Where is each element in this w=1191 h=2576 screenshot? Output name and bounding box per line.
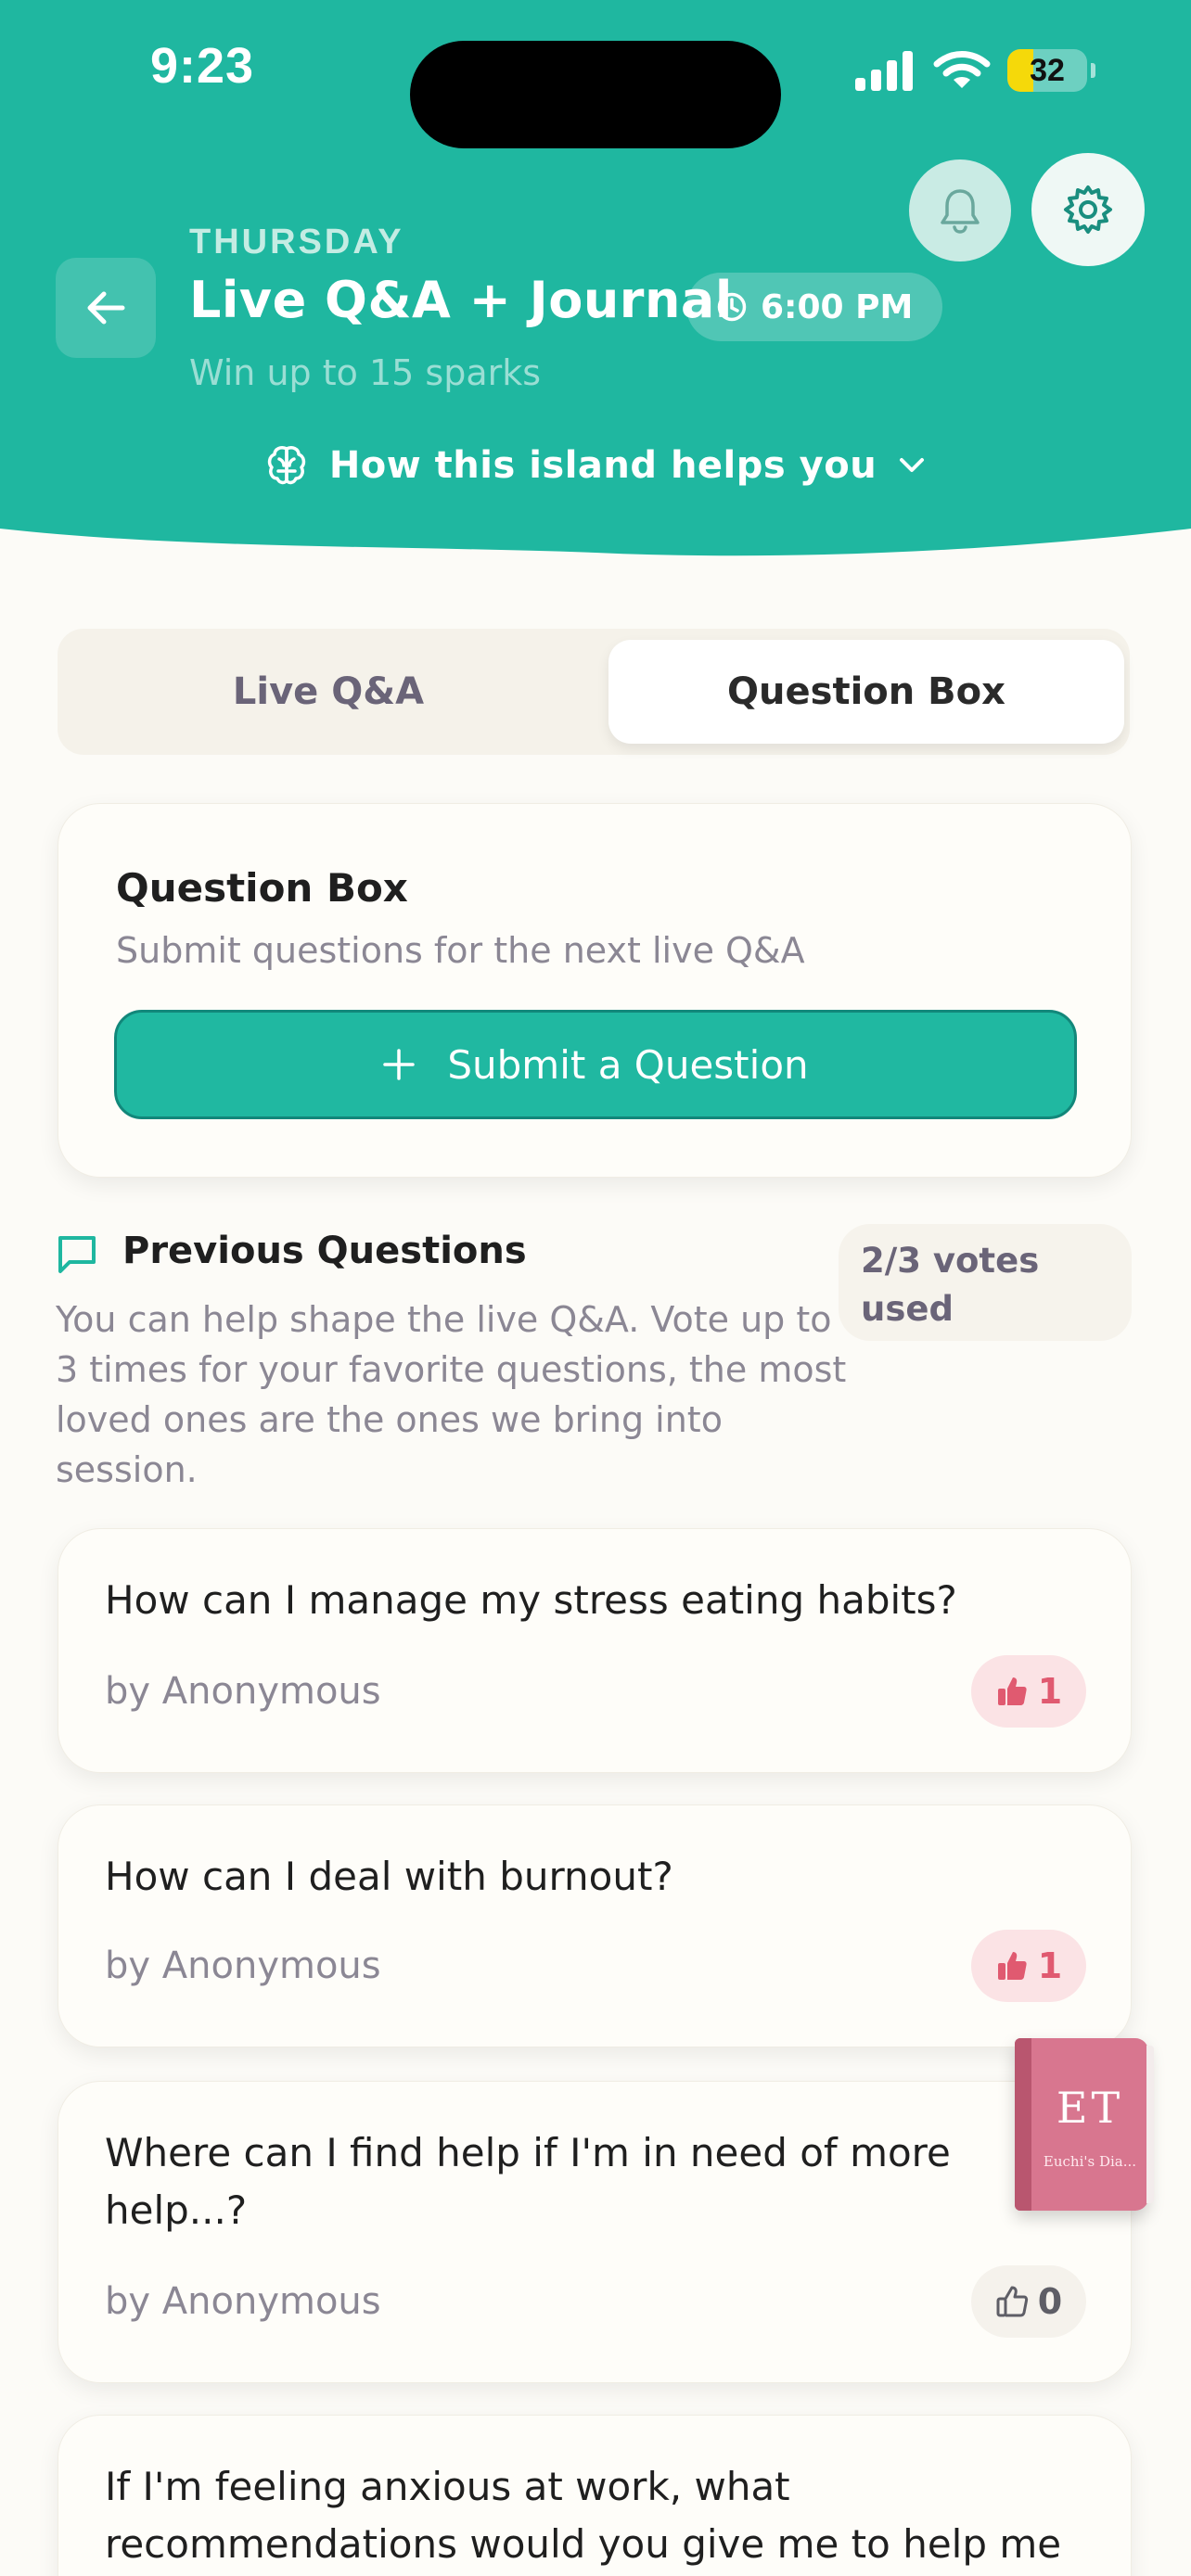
diary-spine [1015, 2038, 1031, 2211]
island-benefits-label: How this island helps you [328, 444, 877, 487]
island-benefits-toggle[interactable]: How this island helps you [0, 443, 1191, 488]
chevron-down-icon [900, 458, 925, 472]
chat-bubble-icon [58, 1236, 96, 1273]
question-box-card: Question Box Submit questions for the ne… [58, 803, 1132, 1178]
settings-button[interactable] [1031, 153, 1145, 266]
wifi-icon [933, 51, 991, 88]
tab-bar: Live Q&A Question Box [58, 629, 1130, 755]
session-time: 6:00 PM [761, 287, 914, 326]
bell-icon [941, 189, 980, 234]
diary-monogram: ET [1056, 2083, 1124, 2133]
upvote-button[interactable]: 0 [971, 2265, 1086, 2338]
gear-icon [1064, 185, 1112, 234]
question-text: Where can I find help if I'm in need of … [105, 2130, 951, 2233]
dynamic-island [410, 41, 781, 148]
upvote-button[interactable]: 1 [971, 1655, 1086, 1728]
notifications-button[interactable] [909, 159, 1011, 261]
votes-used-badge: 2/3 votes used [839, 1224, 1132, 1341]
question-author: by Anonymous [105, 1945, 381, 1987]
upvote-button[interactable]: 1 [971, 1930, 1086, 2002]
submit-question-button[interactable]: Submit a Question [114, 1010, 1077, 1119]
tab-question-box[interactable]: Question Box [608, 640, 1124, 744]
reward-subtitle: Win up to 15 sparks [189, 352, 542, 393]
question-author: by Anonymous [105, 2280, 381, 2323]
question-box-subtitle: Submit questions for the next live Q&A [116, 930, 805, 971]
status-time: 9:23 [150, 38, 255, 94]
back-arrow-icon [87, 291, 125, 325]
vote-count: 1 [1037, 1671, 1063, 1712]
question-text: How can I manage my stress eating habits… [105, 1577, 957, 1623]
plus-icon [383, 1049, 416, 1080]
session-time-badge: 6:00 PM [686, 273, 943, 341]
thumbs-up-outline-icon [996, 2286, 1028, 2317]
vote-count: 1 [1037, 1945, 1063, 1986]
thumbs-up-filled-icon [997, 1952, 1027, 1980]
question-text: How can I deal with burnout? [105, 1854, 673, 1899]
submit-question-label: Submit a Question [447, 1041, 809, 1088]
question-card: How can I manage my stress eating habits… [58, 1528, 1132, 1773]
status-icons: 32 [853, 45, 1095, 96]
tab-live-qa[interactable]: Live Q&A [69, 640, 588, 744]
question-card: How can I deal with burnout? by Anonymou… [58, 1804, 1132, 2047]
battery-indicator: 32 [1007, 49, 1087, 92]
battery-cap [1091, 63, 1095, 78]
brain-icon [267, 446, 305, 485]
question-box-title: Question Box [116, 865, 408, 911]
clock-icon [717, 292, 747, 322]
journal-diary-button[interactable]: ET Euchi's Dia... [1015, 2038, 1154, 2211]
cellular-signal-icon [855, 51, 913, 91]
back-button[interactable] [56, 258, 156, 358]
diary-name: Euchi's Dia... [1043, 2153, 1137, 2170]
thumbs-up-filled-icon [997, 1677, 1027, 1705]
page-title: Live Q&A + Journal [189, 271, 733, 329]
question-author: by Anonymous [105, 1670, 381, 1713]
day-label: THURSDAY [189, 223, 404, 261]
app-screen: 9:23 32 THURSDAY Live Q&A + Journal 6:00… [0, 0, 1191, 2576]
previous-questions-description: You can help shape the live Q&A. Vote up… [56, 1299, 847, 1490]
previous-questions-title: Previous Questions [122, 1230, 527, 1272]
question-card: Where can I find help if I'm in need of … [58, 2081, 1132, 2383]
vote-count: 0 [1037, 2281, 1063, 2322]
question-card: If I'm feeling anxious at work, what rec… [58, 2415, 1132, 2576]
question-text: If I'm feeling anxious at work, what rec… [105, 2464, 1062, 2567]
battery-percent: 32 [1030, 52, 1065, 88]
